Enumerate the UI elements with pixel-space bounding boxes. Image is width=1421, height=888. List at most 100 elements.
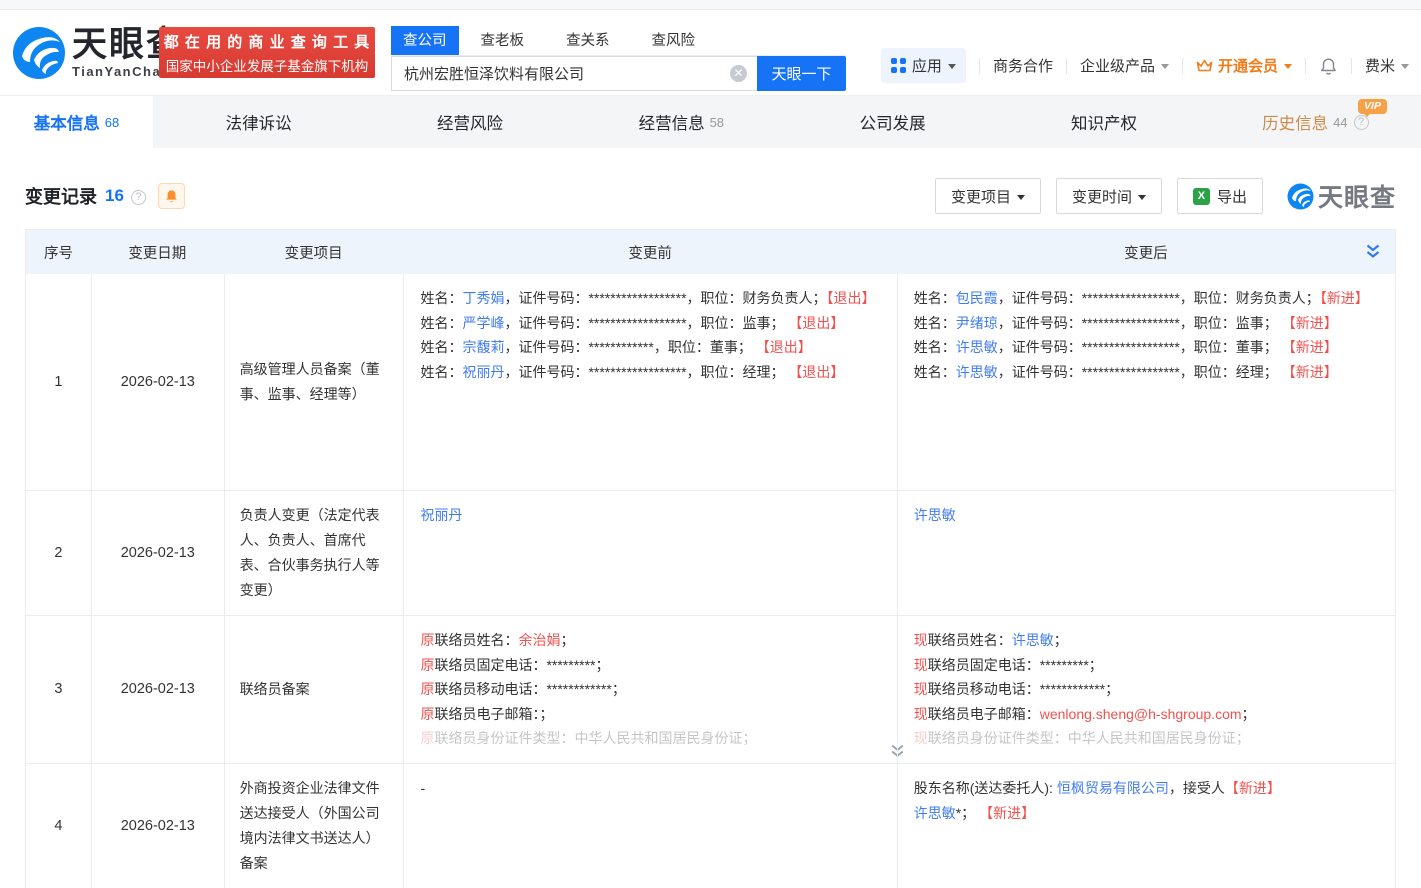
change-item-text: 负责人变更（法定代表人、负责人、首席代表、合伙事务执行人等变更） — [240, 503, 389, 603]
tab-count: 68 — [105, 115, 119, 130]
nav-apps[interactable]: 应用 — [881, 48, 966, 83]
entity-link[interactable]: 祝丽丹 — [462, 364, 504, 380]
cell-text: 姓名： — [914, 315, 956, 331]
cell-text: 联络员固定电话：*********； — [928, 657, 1103, 673]
tianyancha-logo-icon — [12, 26, 66, 80]
chevron-down-icon — [1161, 64, 1169, 69]
cell-text: 原 — [420, 657, 434, 673]
search-tab-2[interactable]: 查关系 — [556, 26, 620, 55]
column-header-2: 变更项目 — [224, 242, 404, 263]
entity-link[interactable]: 许思敏 — [956, 339, 998, 355]
tab-5[interactable]: 知识产权 — [998, 96, 1209, 148]
chevron-down-icon — [1401, 64, 1409, 69]
tab-0[interactable]: 基本信息68 — [0, 96, 153, 148]
cell-text: ； — [560, 632, 574, 648]
change-item-text: 联络员备案 — [240, 677, 310, 702]
cell-text: 现 — [914, 632, 928, 648]
cell-text: wenlong.sheng@h-shgroup.com — [1040, 706, 1242, 722]
cell-change-item: 外商投资企业法律文件送达接受人（外国公司境内法律文书送达人）备案 — [224, 764, 404, 888]
cell-text: ； — [1242, 706, 1256, 722]
filter-change-project-button[interactable]: 变更项目 — [935, 178, 1041, 214]
cell-text: 联络员固定电话：*********； — [434, 657, 609, 673]
divider — [1182, 58, 1183, 74]
cell-text: *； — [956, 805, 979, 821]
search-type-tabs: 查公司查老板查关系查风险 — [391, 26, 846, 56]
entity-link[interactable]: 宗馥莉 — [462, 339, 504, 355]
monitor-bell-button[interactable] — [158, 183, 185, 209]
entity-link[interactable]: 包民霞 — [956, 290, 998, 306]
tab-count: 58 — [710, 115, 724, 130]
divider — [979, 58, 980, 74]
cell-text: - — [420, 780, 425, 796]
slogan-banner: 都 在 用 的 商 业 查 询 工 具 国家中小企业发展子基金旗下机构 — [159, 27, 375, 78]
divider — [1351, 58, 1352, 74]
nav-cooperation[interactable]: 商务合作 — [993, 55, 1053, 76]
tab-label: 历史信息 — [1262, 110, 1328, 134]
cell-text: 姓名： — [420, 364, 462, 380]
cell-text: ，证件号码：******************，职位：财务负责人； — [504, 290, 826, 306]
divider — [1305, 58, 1306, 74]
cell-text: 【退出】 — [756, 339, 812, 355]
search-tab-3[interactable]: 查风险 — [642, 26, 706, 55]
tab-1[interactable]: 法律诉讼 — [153, 96, 364, 148]
cell-after-change: 现联络员姓名：许思敏；现联络员固定电话：*********；现联络员移动电话：*… — [897, 616, 1395, 763]
change-record-table: 序号变更日期变更项目变更前变更后 12026-02-13高级管理人员备案（董事、… — [25, 229, 1396, 888]
cell-text: 【新进】 — [979, 805, 1035, 821]
entity-link[interactable]: 丁秀娟 — [462, 290, 504, 306]
collapse-all-chevrons-icon[interactable] — [1365, 243, 1381, 260]
top-nav: 应用 商务合作 企业级产品 开通会员 费米 — [881, 48, 1409, 83]
entity-link[interactable]: 许思敏 — [1012, 632, 1054, 648]
cell-index: 2 — [26, 491, 91, 615]
filter-change-time-button[interactable]: 变更时间 — [1056, 178, 1162, 214]
cell-text: 联络员身份证件类型：中华人民共和国居民身份证； — [434, 730, 756, 746]
cell-change-date: 2026-02-13 — [91, 764, 224, 888]
cell-text: ，证件号码：******************，职位：监事； — [504, 315, 788, 331]
cell-text: 现 — [914, 681, 928, 697]
cell-text: 原 — [420, 730, 434, 746]
change-item-text: 高级管理人员备案（董事、监事、经理等） — [240, 357, 389, 407]
nav-open-vip[interactable]: 开通会员 — [1196, 55, 1292, 76]
cell-text: 现 — [914, 730, 928, 746]
tab-label: 经营信息 — [639, 110, 705, 134]
cell-text: ； — [1054, 632, 1068, 648]
entity-link[interactable]: 许思敏 — [914, 805, 956, 821]
cell-text: 【新进】 — [1282, 364, 1338, 380]
watermark-text: 天眼查 — [1318, 178, 1396, 214]
table-row-3: 32026-02-13联络员备案原联络员姓名：余治娟；原联络员固定电话：****… — [26, 615, 1395, 763]
nav-user[interactable]: 费米 — [1365, 55, 1409, 76]
cell-change-item: 负责人变更（法定代表人、负责人、首席代表、合伙事务执行人等变更） — [224, 491, 404, 615]
cell-text: ，证件号码：******************，职位：财务负责人； — [998, 290, 1320, 306]
tab-label: 公司发展 — [860, 110, 926, 134]
entity-link[interactable]: 恒枫贸易有限公司 — [1057, 780, 1169, 796]
change-item-text: 外商投资企业法律文件送达接受人（外国公司境内法律文书送达人）备案 — [240, 776, 389, 876]
cell-after-change: 姓名：包民霞，证件号码：******************，职位：财务负责人；… — [897, 274, 1395, 490]
search-input[interactable] — [391, 56, 757, 91]
nav-enterprise[interactable]: 企业级产品 — [1080, 55, 1169, 76]
entity-link[interactable]: 祝丽丹 — [420, 507, 462, 523]
table-body: 12026-02-13高级管理人员备案（董事、监事、经理等）姓名：丁秀娟，证件号… — [26, 274, 1395, 888]
entity-link[interactable]: 许思敏 — [914, 507, 956, 523]
tab-label: 经营风险 — [437, 110, 503, 134]
search-tab-1[interactable]: 查老板 — [471, 26, 535, 55]
divider — [1066, 58, 1067, 74]
tab-6[interactable]: 历史信息44?VIP — [1210, 96, 1421, 148]
entity-link[interactable]: 许思敏 — [956, 364, 998, 380]
export-button[interactable]: X 导出 — [1177, 178, 1263, 214]
search-tab-0[interactable]: 查公司 — [391, 26, 459, 55]
chevron-down-icon — [1284, 64, 1292, 69]
clear-search-icon[interactable]: ✕ — [730, 65, 747, 82]
notifications-bell-button[interactable] — [1319, 57, 1338, 76]
help-icon[interactable]: ? — [131, 190, 146, 205]
search-button[interactable]: 天眼一下 — [757, 56, 846, 91]
tab-2[interactable]: 经营风险 — [364, 96, 575, 148]
cell-text: 联络员姓名： — [928, 632, 1012, 648]
change-record-section-header: 变更记录 16 ? 变更项目 变更时间 X 导出 天眼查 — [0, 148, 1421, 229]
tab-4[interactable]: 公司发展 — [787, 96, 998, 148]
entity-link[interactable]: 尹绪琼 — [956, 315, 998, 331]
tab-3[interactable]: 经营信息 58 — [576, 96, 787, 148]
cell-text: ，证件号码：************，职位：董事； — [504, 339, 755, 355]
cell-text: 【新进】 — [1282, 339, 1338, 355]
cell-text: 姓名： — [420, 339, 462, 355]
cell-text: 原 — [420, 706, 434, 722]
entity-link[interactable]: 严学峰 — [462, 315, 504, 331]
